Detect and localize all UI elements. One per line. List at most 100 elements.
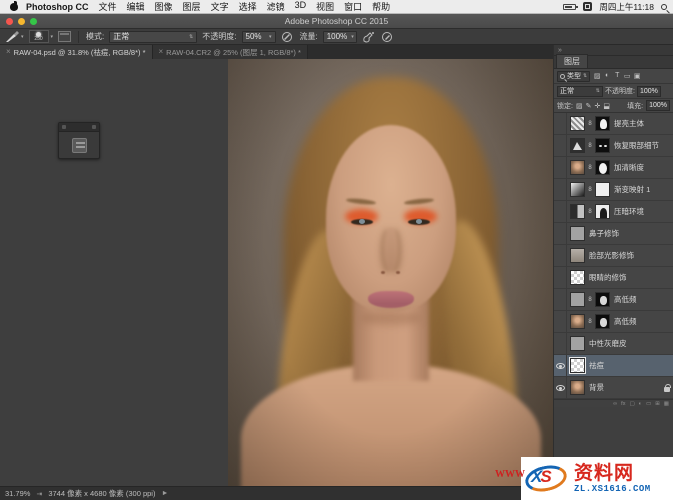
visibility-toggle[interactable] bbox=[554, 333, 567, 354]
visibility-toggle[interactable] bbox=[554, 245, 567, 266]
layer-thumbnail[interactable] bbox=[570, 314, 585, 329]
layer-row[interactable]: 8提亮主体 bbox=[554, 113, 673, 135]
visibility-toggle[interactable] bbox=[554, 377, 567, 398]
apple-icon[interactable] bbox=[10, 3, 18, 11]
tab-close-icon[interactable]: × bbox=[159, 48, 164, 56]
menu-item[interactable]: 窗口 bbox=[344, 0, 362, 13]
lock-position-icon[interactable]: ✛ bbox=[594, 102, 600, 110]
new-group-icon[interactable]: ▭ bbox=[646, 401, 651, 407]
app-menu[interactable]: Photoshop CC bbox=[26, 2, 89, 12]
menu-item[interactable]: 滤镜 bbox=[267, 0, 285, 13]
status-popup-icon[interactable]: ► bbox=[161, 490, 168, 497]
lock-transparency-icon[interactable]: ▨ bbox=[576, 102, 583, 110]
shape-filter-icon[interactable]: ▭ bbox=[622, 72, 632, 80]
menu-item[interactable]: 帮助 bbox=[372, 0, 390, 13]
minimize-window-button[interactable] bbox=[18, 18, 25, 25]
layer-row[interactable]: 8高低频 bbox=[554, 311, 673, 333]
delete-layer-icon[interactable]: ▦ bbox=[664, 401, 669, 407]
visibility-toggle[interactable] bbox=[554, 179, 567, 200]
layer-thumbnail[interactable] bbox=[570, 336, 585, 351]
lock-all-icon[interactable]: ⬓ bbox=[603, 102, 610, 110]
visibility-toggle[interactable] bbox=[554, 289, 567, 310]
zoom-level-field[interactable]: 31.79% bbox=[5, 489, 30, 498]
layer-thumbnail[interactable] bbox=[570, 160, 585, 175]
visibility-toggle[interactable] bbox=[554, 267, 567, 288]
layer-mask-thumbnail[interactable] bbox=[595, 292, 610, 307]
layer-row[interactable]: 眼睛的修饰 bbox=[554, 267, 673, 289]
adjustment-layer-icon[interactable]: ◐ bbox=[639, 401, 642, 407]
layer-styles-icon[interactable]: fx bbox=[621, 401, 625, 407]
link-layers-icon[interactable]: ∞ bbox=[613, 401, 617, 407]
layer-opacity-field[interactable]: 100% bbox=[637, 86, 661, 97]
layer-row[interactable]: 背景 bbox=[554, 377, 673, 399]
layer-mask-thumbnail[interactable] bbox=[595, 116, 610, 131]
layer-thumbnail[interactable] bbox=[570, 204, 585, 219]
visibility-toggle[interactable] bbox=[554, 201, 567, 222]
layer-mask-thumbnail[interactable] bbox=[595, 182, 610, 197]
smart-object-filter-icon[interactable]: ▣ bbox=[632, 72, 642, 80]
menu-item[interactable]: 图层 bbox=[183, 0, 201, 13]
layer-mask-thumbnail[interactable] bbox=[595, 204, 610, 219]
layer-thumbnail[interactable] bbox=[570, 358, 585, 373]
layer-row[interactable]: 鼻子修饰 bbox=[554, 223, 673, 245]
type-filter-icon[interactable]: T bbox=[612, 72, 622, 80]
visibility-toggle[interactable] bbox=[554, 355, 567, 376]
layer-thumbnail[interactable] bbox=[570, 248, 585, 263]
layer-thumbnail[interactable] bbox=[570, 182, 585, 197]
brush-preset-picker[interactable]: 250 ▾ bbox=[29, 30, 54, 43]
layer-thumbnail[interactable] bbox=[570, 226, 585, 241]
layer-row[interactable]: 中性灰磨皮 bbox=[554, 333, 673, 355]
spotlight-search-icon[interactable] bbox=[661, 4, 667, 10]
visibility-toggle[interactable] bbox=[554, 223, 567, 244]
filter-kind-select[interactable]: 类型 ⇅ bbox=[557, 71, 590, 82]
menu-item[interactable]: 文字 bbox=[211, 0, 229, 13]
visibility-toggle[interactable] bbox=[554, 135, 567, 156]
layer-row[interactable]: 8加清晰度 bbox=[554, 157, 673, 179]
tab-layers[interactable]: 图层 bbox=[556, 54, 588, 68]
layer-mask-thumbnail[interactable] bbox=[595, 314, 610, 329]
toggle-brush-panel-button[interactable] bbox=[58, 31, 71, 42]
layer-thumbnail[interactable] bbox=[570, 270, 585, 285]
collapse-icon[interactable] bbox=[92, 125, 96, 129]
layer-mask-thumbnail[interactable] bbox=[595, 138, 610, 153]
visibility-toggle[interactable] bbox=[554, 113, 567, 134]
tab-close-icon[interactable]: × bbox=[6, 48, 11, 56]
menu-item[interactable]: 编辑 bbox=[127, 0, 145, 13]
floating-panel[interactable] bbox=[58, 122, 100, 159]
menu-item[interactable]: 视图 bbox=[316, 0, 334, 13]
close-icon[interactable] bbox=[62, 125, 66, 129]
layer-thumbnail[interactable] bbox=[570, 138, 585, 153]
visibility-toggle[interactable] bbox=[554, 311, 567, 332]
pressure-opacity-icon[interactable] bbox=[281, 31, 295, 43]
layer-row[interactable]: 8高低频 bbox=[554, 289, 673, 311]
layer-thumbnail[interactable] bbox=[570, 380, 585, 395]
fill-field[interactable]: 100% bbox=[646, 100, 670, 111]
menu-clock[interactable]: 周四上午11:18 bbox=[599, 1, 654, 13]
layer-mask-thumbnail[interactable] bbox=[595, 160, 610, 175]
layer-row[interactable]: 8压暗环境 bbox=[554, 201, 673, 223]
airbrush-icon[interactable] bbox=[362, 31, 376, 43]
battery-icon[interactable] bbox=[563, 4, 576, 10]
zoom-window-button[interactable] bbox=[30, 18, 37, 25]
layer-thumbnail[interactable] bbox=[570, 116, 585, 131]
menu-item[interactable]: 图像 bbox=[155, 0, 173, 13]
brush-tool-preset[interactable]: ▾ bbox=[5, 31, 24, 43]
menu-item[interactable]: 3D bbox=[295, 0, 307, 13]
layer-row[interactable]: 脸部光影修饰 bbox=[554, 245, 673, 267]
lock-pixels-icon[interactable]: ✎ bbox=[586, 102, 592, 110]
flow-select[interactable]: 100% ▾ bbox=[323, 31, 357, 43]
new-layer-icon[interactable]: ⊞ bbox=[655, 401, 660, 407]
document-tab[interactable]: ×RAW-04.psd @ 31.8% (祛痘, RGB/8*) * bbox=[0, 45, 153, 59]
document-image[interactable] bbox=[228, 59, 553, 486]
pixel-filter-icon[interactable]: ▨ bbox=[592, 72, 602, 80]
floating-panel-titlebar[interactable] bbox=[59, 123, 99, 132]
menu-item[interactable]: 选择 bbox=[239, 0, 257, 13]
layer-thumbnail[interactable] bbox=[570, 292, 585, 307]
close-window-button[interactable] bbox=[6, 18, 13, 25]
layer-row[interactable]: 8恢复眼部细节 bbox=[554, 135, 673, 157]
opacity-select[interactable]: 50% ▾ bbox=[242, 31, 276, 43]
document-tab[interactable]: ×RAW-04.CR2 @ 25% (图层 1, RGB/8*) * bbox=[153, 45, 308, 59]
document-info[interactable]: 3744 像素 x 4680 像素 (300 ppi) bbox=[48, 488, 155, 499]
input-method-icon[interactable] bbox=[583, 2, 592, 11]
visibility-toggle[interactable] bbox=[554, 157, 567, 178]
